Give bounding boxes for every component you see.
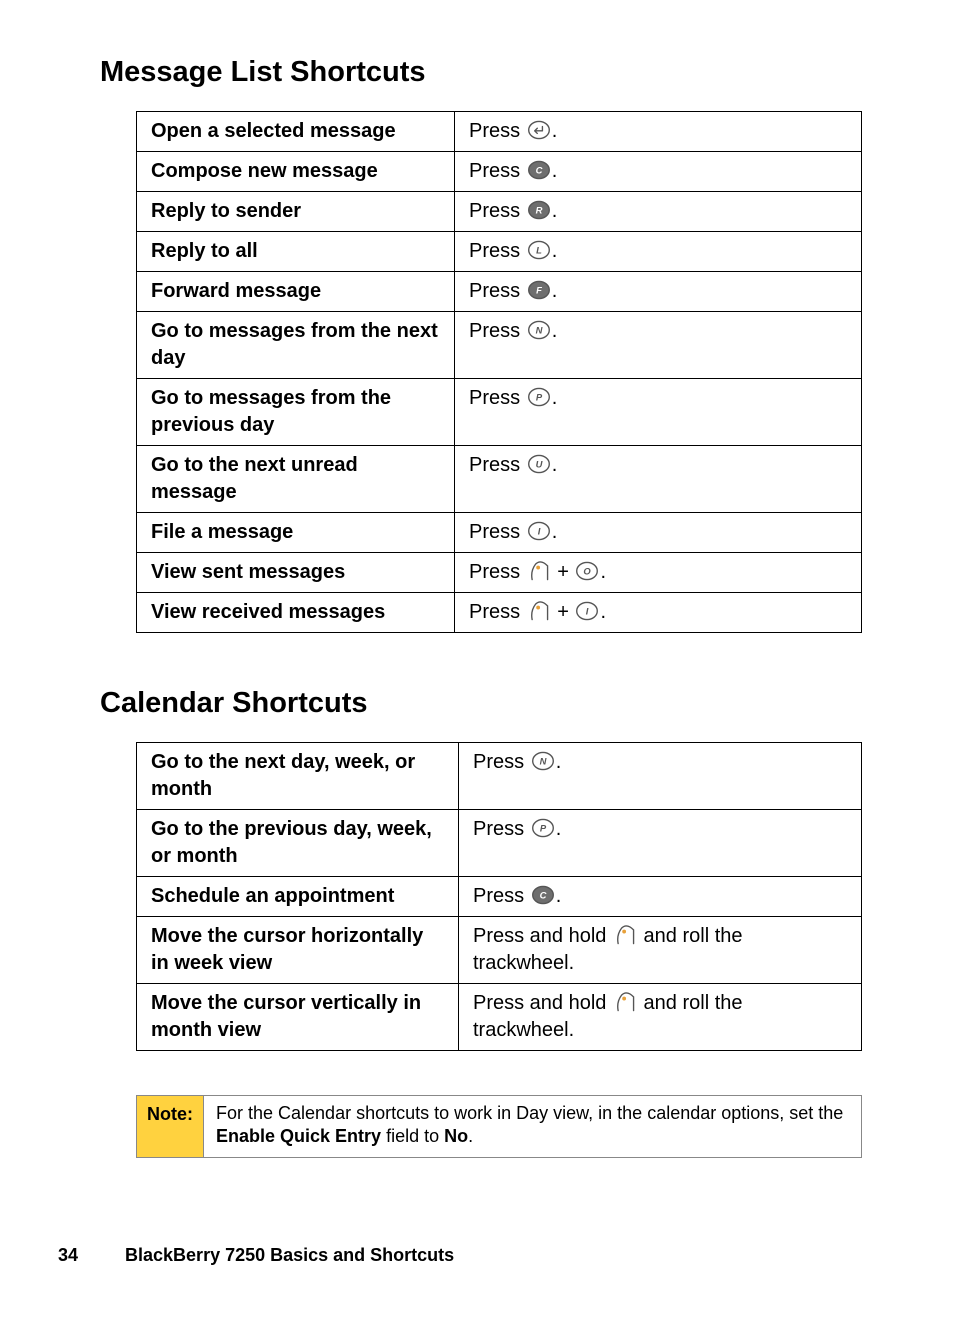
shortcut-label: Move the cursor vertically in month view	[137, 984, 459, 1051]
shortcut-action: Press .	[455, 112, 862, 152]
shortcut-action: Press + O .	[455, 553, 862, 593]
shortcut-label: Move the cursor horizontally in week vie…	[137, 917, 459, 984]
shortcut-label: Compose new message	[137, 152, 455, 192]
note-body: For the Calendar shortcuts to work in Da…	[204, 1096, 861, 1157]
shortcut-action: Press I .	[455, 513, 862, 553]
shortcut-action: Press and hold and roll the trackwheel.	[459, 984, 862, 1051]
svg-text:O: O	[584, 565, 592, 576]
shortcut-label: File a message	[137, 513, 455, 553]
svg-text:F: F	[536, 284, 542, 295]
page-footer: 34 BlackBerry 7250 Basics and Shortcuts	[58, 1245, 454, 1266]
table-row: View received messagesPress + I .	[137, 593, 862, 633]
shortcut-label: Schedule an appointment	[137, 877, 459, 917]
shortcut-label: View received messages	[137, 593, 455, 633]
svg-text:I: I	[586, 605, 589, 616]
shortcut-label: Go to messages from the previous day	[137, 379, 455, 446]
shortcut-label: Forward message	[137, 272, 455, 312]
shortcut-action: Press R .	[455, 192, 862, 232]
table-row: Go to the next day, week, or monthPress …	[137, 743, 862, 810]
svg-text:I: I	[537, 525, 540, 536]
message-shortcuts-table: Open a selected messagePress .Compose ne…	[136, 111, 862, 633]
table-row: Move the cursor vertically in month view…	[137, 984, 862, 1051]
table-row: Move the cursor horizontally in week vie…	[137, 917, 862, 984]
shortcut-label: Go to the next day, week, or month	[137, 743, 459, 810]
shortcut-action: Press N .	[459, 743, 862, 810]
note-text: field to	[381, 1126, 444, 1146]
svg-text:R: R	[535, 204, 542, 215]
table-row: Schedule an appointmentPress C .	[137, 877, 862, 917]
shortcut-label: Open a selected message	[137, 112, 455, 152]
shortcut-label: Go to messages from the next day	[137, 312, 455, 379]
calendar-shortcuts-table: Go to the next day, week, or monthPress …	[136, 742, 862, 1051]
table-row: File a messagePress I .	[137, 513, 862, 553]
shortcut-label: Reply to sender	[137, 192, 455, 232]
note-text: .	[468, 1126, 473, 1146]
shortcut-action: Press P .	[455, 379, 862, 446]
shortcut-label: View sent messages	[137, 553, 455, 593]
svg-text:L: L	[536, 244, 542, 255]
svg-text:C: C	[535, 164, 542, 175]
table-row: View sent messagesPress + O .	[137, 553, 862, 593]
shortcut-action: Press N .	[455, 312, 862, 379]
table-row: Go to messages from the next dayPress N …	[137, 312, 862, 379]
table-row: Go to messages from the previous dayPres…	[137, 379, 862, 446]
shortcut-label: Reply to all	[137, 232, 455, 272]
note-label: Note:	[137, 1096, 204, 1157]
svg-text:P: P	[540, 822, 547, 833]
table-row: Forward messagePress F .	[137, 272, 862, 312]
shortcut-action: Press L .	[455, 232, 862, 272]
heading-message-list: Message List Shortcuts	[100, 56, 872, 89]
table-row: Compose new messagePress C .	[137, 152, 862, 192]
table-row: Open a selected messagePress .	[137, 112, 862, 152]
table-row: Go to the previous day, week, or monthPr…	[137, 810, 862, 877]
svg-text:U: U	[535, 458, 542, 469]
shortcut-action: Press + I .	[455, 593, 862, 633]
shortcut-label: Go to the previous day, week, or month	[137, 810, 459, 877]
table-row: Reply to allPress L .	[137, 232, 862, 272]
book-title: BlackBerry 7250 Basics and Shortcuts	[125, 1245, 454, 1265]
note-text: For the Calendar shortcuts to work in Da…	[216, 1103, 843, 1123]
shortcut-action: Press and hold and roll the trackwheel.	[459, 917, 862, 984]
note-box: Note: For the Calendar shortcuts to work…	[136, 1095, 862, 1158]
svg-text:N: N	[539, 755, 546, 766]
svg-text:N: N	[535, 324, 542, 335]
shortcut-label: Go to the next unread message	[137, 446, 455, 513]
shortcut-action: Press F .	[455, 272, 862, 312]
svg-text:C: C	[539, 889, 546, 900]
svg-text:P: P	[536, 391, 543, 402]
table-row: Go to the next unread messagePress U .	[137, 446, 862, 513]
shortcut-action: Press P .	[459, 810, 862, 877]
shortcut-action: Press C .	[459, 877, 862, 917]
heading-calendar: Calendar Shortcuts	[100, 687, 872, 720]
page-number: 34	[58, 1245, 120, 1266]
shortcut-action: Press U .	[455, 446, 862, 513]
note-bold: No	[444, 1126, 468, 1146]
table-row: Reply to senderPress R .	[137, 192, 862, 232]
note-bold: Enable Quick Entry	[216, 1126, 381, 1146]
shortcut-action: Press C .	[455, 152, 862, 192]
